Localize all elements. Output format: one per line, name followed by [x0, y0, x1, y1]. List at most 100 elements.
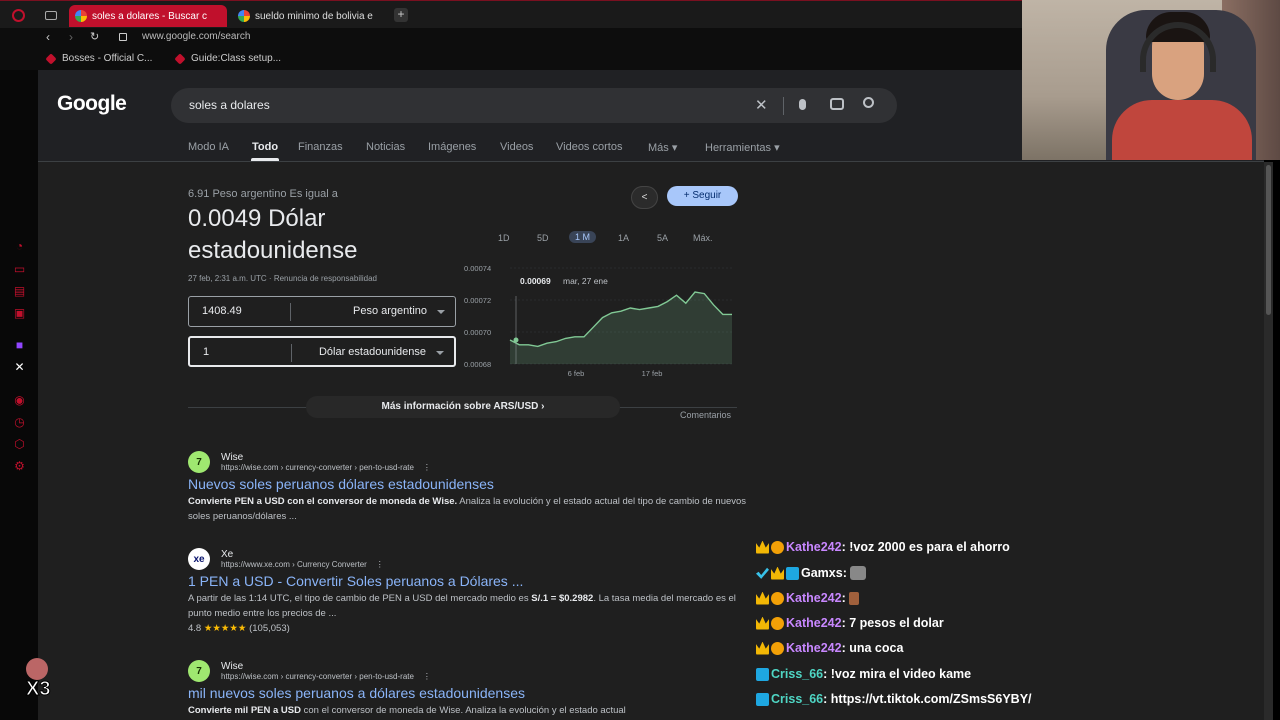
messenger-icon[interactable]: ▣: [13, 307, 26, 320]
feedback-link[interactable]: Comentarios: [680, 410, 731, 420]
search-icon[interactable]: [863, 97, 874, 108]
subscriber-badge-icon: [756, 692, 769, 706]
chat-message: Criss_66: https://vt.tiktok.com/ZSmsS6YB…: [756, 689, 1032, 709]
result-site-meta: Wise https://wise.com › currency-convert…: [221, 661, 431, 681]
tab-videos-cortos[interactable]: Videos cortos: [556, 141, 622, 153]
to-amount-input[interactable]: 1: [203, 346, 209, 358]
result-site[interactable]: 7 Wise https://wise.com › currency-conve…: [188, 660, 748, 682]
share-button[interactable]: <: [631, 186, 658, 209]
rating-value: 4.8: [188, 623, 202, 634]
clear-icon[interactable]: ✕: [755, 96, 768, 114]
emote-icon: [849, 591, 860, 605]
range-1d[interactable]: 1D: [498, 233, 510, 243]
search-box[interactable]: soles a dolares ✕: [171, 88, 897, 123]
twitch-icon[interactable]: ■: [13, 339, 26, 352]
tab-mas[interactable]: Más ▾: [648, 141, 677, 154]
x-tick-label: 6 feb: [568, 369, 585, 378]
y-tick-label: 0.00068: [464, 360, 491, 369]
lens-icon[interactable]: [830, 98, 844, 110]
reload-icon[interactable]: ↻: [90, 30, 99, 43]
chat-text: !voz mira el video kame: [830, 667, 972, 681]
tab-noticias[interactable]: Noticias: [366, 141, 405, 153]
google-logo[interactable]: Google: [57, 92, 127, 116]
url-field[interactable]: www.google.com/search: [142, 31, 250, 42]
to-currency-select[interactable]: Dólar estadounidense: [319, 346, 426, 358]
result-snippet-text: A partir de las 1:14 UTC, el tipo de cam…: [188, 593, 532, 604]
chevron-down-icon: ▾: [671, 142, 678, 154]
exchange-rate-chart[interactable]: 0.00074 0.00072 0.00070 0.00068 0.00069 mar…: [464, 260, 740, 380]
chat-username: Gamxs: [801, 566, 843, 580]
result-url: https://wise.com › currency-converter › …: [221, 672, 431, 681]
tab-overview-icon[interactable]: [45, 11, 57, 20]
history-icon[interactable]: ◷: [13, 416, 26, 429]
more-options-icon[interactable]: ⋮: [423, 672, 431, 681]
more-options-icon[interactable]: ⋮: [423, 463, 431, 472]
opera-sidebar: ◔ ▭ ▤ ▣ ■ ✕ ◉ ◷ ⬡ ⚙: [0, 70, 38, 720]
result-url: https://www.xe.com › Currency Converter …: [221, 560, 384, 569]
forward-icon[interactable]: ›: [69, 30, 73, 44]
tab-herramientas-label: Herramientas: [705, 142, 772, 154]
result-url-text: https://wise.com › currency-converter › …: [221, 463, 414, 472]
chevron-down-icon: [437, 310, 445, 314]
x-twitter-icon[interactable]: ✕: [13, 361, 26, 374]
webcam-person-body: [1112, 100, 1252, 160]
y-tick-label: 0.00074: [464, 264, 491, 273]
range-1m[interactable]: 1 M: [569, 231, 597, 243]
result-site[interactable]: xe Xe https://www.xe.com › Currency Conv…: [188, 548, 748, 570]
more-options-icon[interactable]: ⋮: [376, 560, 384, 569]
search-result: 7 Wise https://wise.com › currency-conve…: [188, 451, 748, 524]
crown-badge-icon: [756, 641, 769, 655]
tab-finanzas[interactable]: Finanzas: [298, 141, 343, 153]
result-snippet-bold: Convierte mil PEN a USD: [188, 705, 301, 716]
tab-videos[interactable]: Videos: [500, 141, 533, 153]
result-title[interactable]: 1 PEN a USD - Convertir Soles peruanos a…: [188, 573, 748, 589]
tab-title: sueldo minimo de bolivia e: [255, 10, 373, 22]
range-5a[interactable]: 5A: [657, 233, 668, 243]
character-sprite-icon: [26, 658, 48, 680]
workspace-icon[interactable]: ▤: [13, 285, 26, 298]
active-tab-indicator: [251, 158, 279, 161]
chat-username: Kathe242: [786, 641, 842, 655]
from-amount-input[interactable]: 1408.49: [202, 305, 242, 317]
tab-imagenes[interactable]: Imágenes: [428, 141, 476, 153]
review-count: (105,053): [249, 623, 290, 634]
bookmark-bosses[interactable]: Bosses - Official C...: [45, 52, 152, 65]
cat-emote-icon: [850, 566, 867, 580]
extensions-icon[interactable]: ⬡: [13, 438, 26, 451]
microphone-icon[interactable]: [799, 99, 806, 110]
from-currency-select[interactable]: Peso argentino: [353, 305, 427, 317]
settings-icon[interactable]: ⚙: [13, 460, 26, 473]
webcam-overlay: [1022, 0, 1280, 160]
search-input[interactable]: soles a dolares: [189, 98, 270, 112]
tab-sueldo-minimo[interactable]: sueldo minimo de bolivia e: [232, 5, 384, 27]
range-max[interactable]: Máx.: [693, 233, 713, 243]
follow-button[interactable]: + Seguir: [667, 186, 738, 206]
tab-soles-a-dolares[interactable]: soles a dolares - Buscar c: [69, 5, 227, 27]
bookmark-favicon-icon: [45, 52, 57, 65]
range-5d[interactable]: 5D: [537, 233, 549, 243]
rank-badge-icon: [771, 641, 784, 655]
result-site[interactable]: 7 Wise https://wise.com › currency-conve…: [188, 451, 748, 473]
shopping-icon[interactable]: ▭: [13, 263, 26, 276]
player-icon[interactable]: ◉: [13, 394, 26, 407]
chart-tooltip-date: mar, 27 ene: [563, 276, 608, 286]
aria-icon[interactable]: ◔: [13, 240, 26, 253]
tab-todo[interactable]: Todo: [252, 141, 278, 153]
range-1a[interactable]: 1A: [618, 233, 629, 243]
google-favicon-icon: [238, 10, 250, 22]
chevron-right-icon: ›: [541, 401, 545, 412]
tab-herramientas[interactable]: Herramientas ▾: [705, 141, 780, 154]
chat-message: Criss_66: !voz mira el video kame: [756, 664, 971, 684]
crown-badge-icon: [771, 566, 784, 580]
tab-modo-ia[interactable]: Modo IA: [188, 141, 229, 153]
result-title[interactable]: mil nuevos soles peruanos a dólares esta…: [188, 685, 748, 701]
bookmark-guide[interactable]: Guide:Class setup...: [174, 52, 281, 65]
more-info-button[interactable]: Más información sobre ARS/USD ›: [306, 396, 620, 418]
google-page: Google soles a dolares ✕ Modo IA Todo Fi…: [38, 70, 1273, 720]
opera-logo-icon[interactable]: [12, 9, 25, 22]
scrollbar-thumb[interactable]: [1266, 165, 1271, 315]
result-title[interactable]: Nuevos soles peruanos dólares estadounid…: [188, 476, 748, 492]
back-icon[interactable]: ‹: [46, 30, 50, 44]
chat-username: Criss_66: [771, 692, 824, 706]
new-tab-button[interactable]: +: [394, 8, 408, 22]
